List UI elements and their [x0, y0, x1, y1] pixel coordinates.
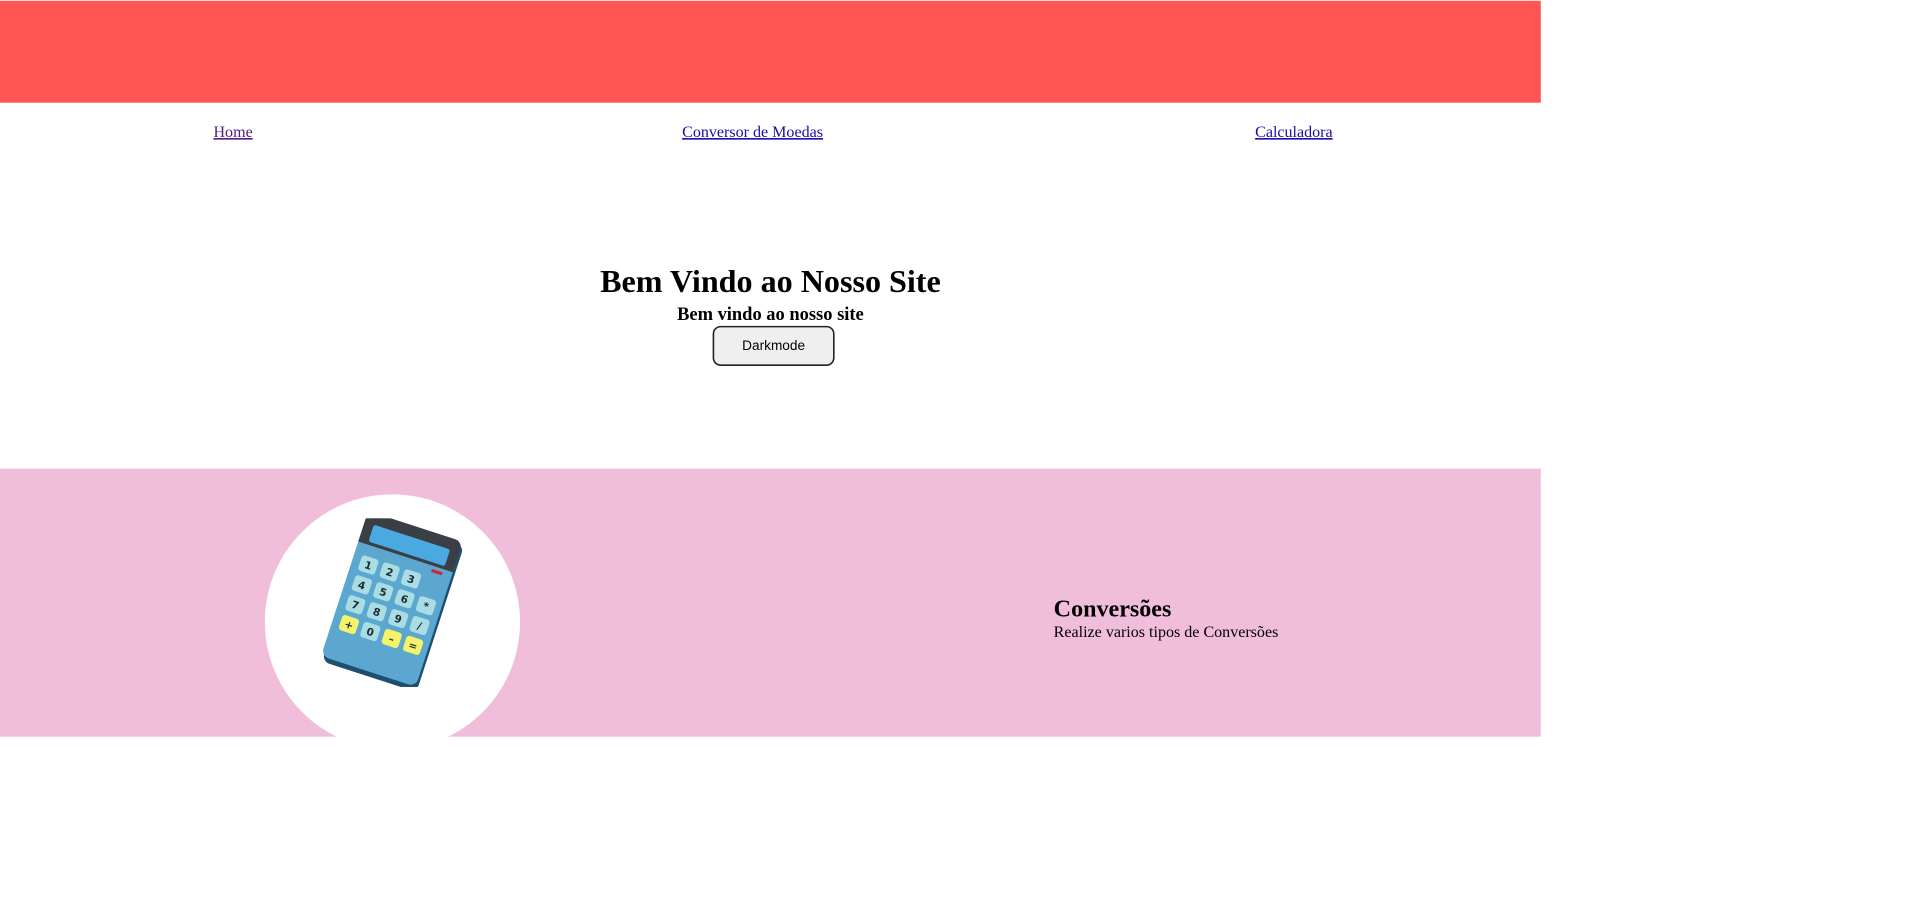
feature-section: 1 2 3 4 5 6 * 7 8 9 / + 0 – = Conversões…: [0, 468, 1541, 750]
nav-link-calculadora[interactable]: Calculadora: [1255, 124, 1333, 140]
feature-image-circle: 1 2 3 4 5 6 * 7 8 9 / + 0 – =: [264, 494, 521, 750]
nav-link-conversor-de-moedas[interactable]: Conversor de Moedas: [682, 124, 823, 140]
hero-section: Bem Vindo ao Nosso Site Bem vindo ao nos…: [0, 163, 1541, 469]
browser-viewport: Home Conversor de Moedas Calculadora Bem…: [0, 0, 1920, 905]
top-banner: [0, 0, 1541, 103]
main-nav: Home Conversor de Moedas Calculadora: [0, 103, 1541, 163]
nav-link-home[interactable]: Home: [213, 124, 252, 140]
page-title: Bem Vindo ao Nosso Site: [600, 263, 941, 300]
feature-text: Conversões Realize varios tipos de Conve…: [1053, 595, 1279, 642]
page-subtitle: Bem vindo ao nosso site: [677, 304, 864, 325]
page: Home Conversor de Moedas Calculadora Bem…: [0, 0, 1541, 750]
darkmode-button[interactable]: Darkmode: [712, 325, 835, 366]
feature-description: Realize varios tipos de Conversões: [1053, 623, 1279, 642]
calculator-icon: 1 2 3 4 5 6 * 7 8 9 / + 0 – =: [323, 518, 463, 687]
feature-title: Conversões: [1053, 595, 1172, 622]
